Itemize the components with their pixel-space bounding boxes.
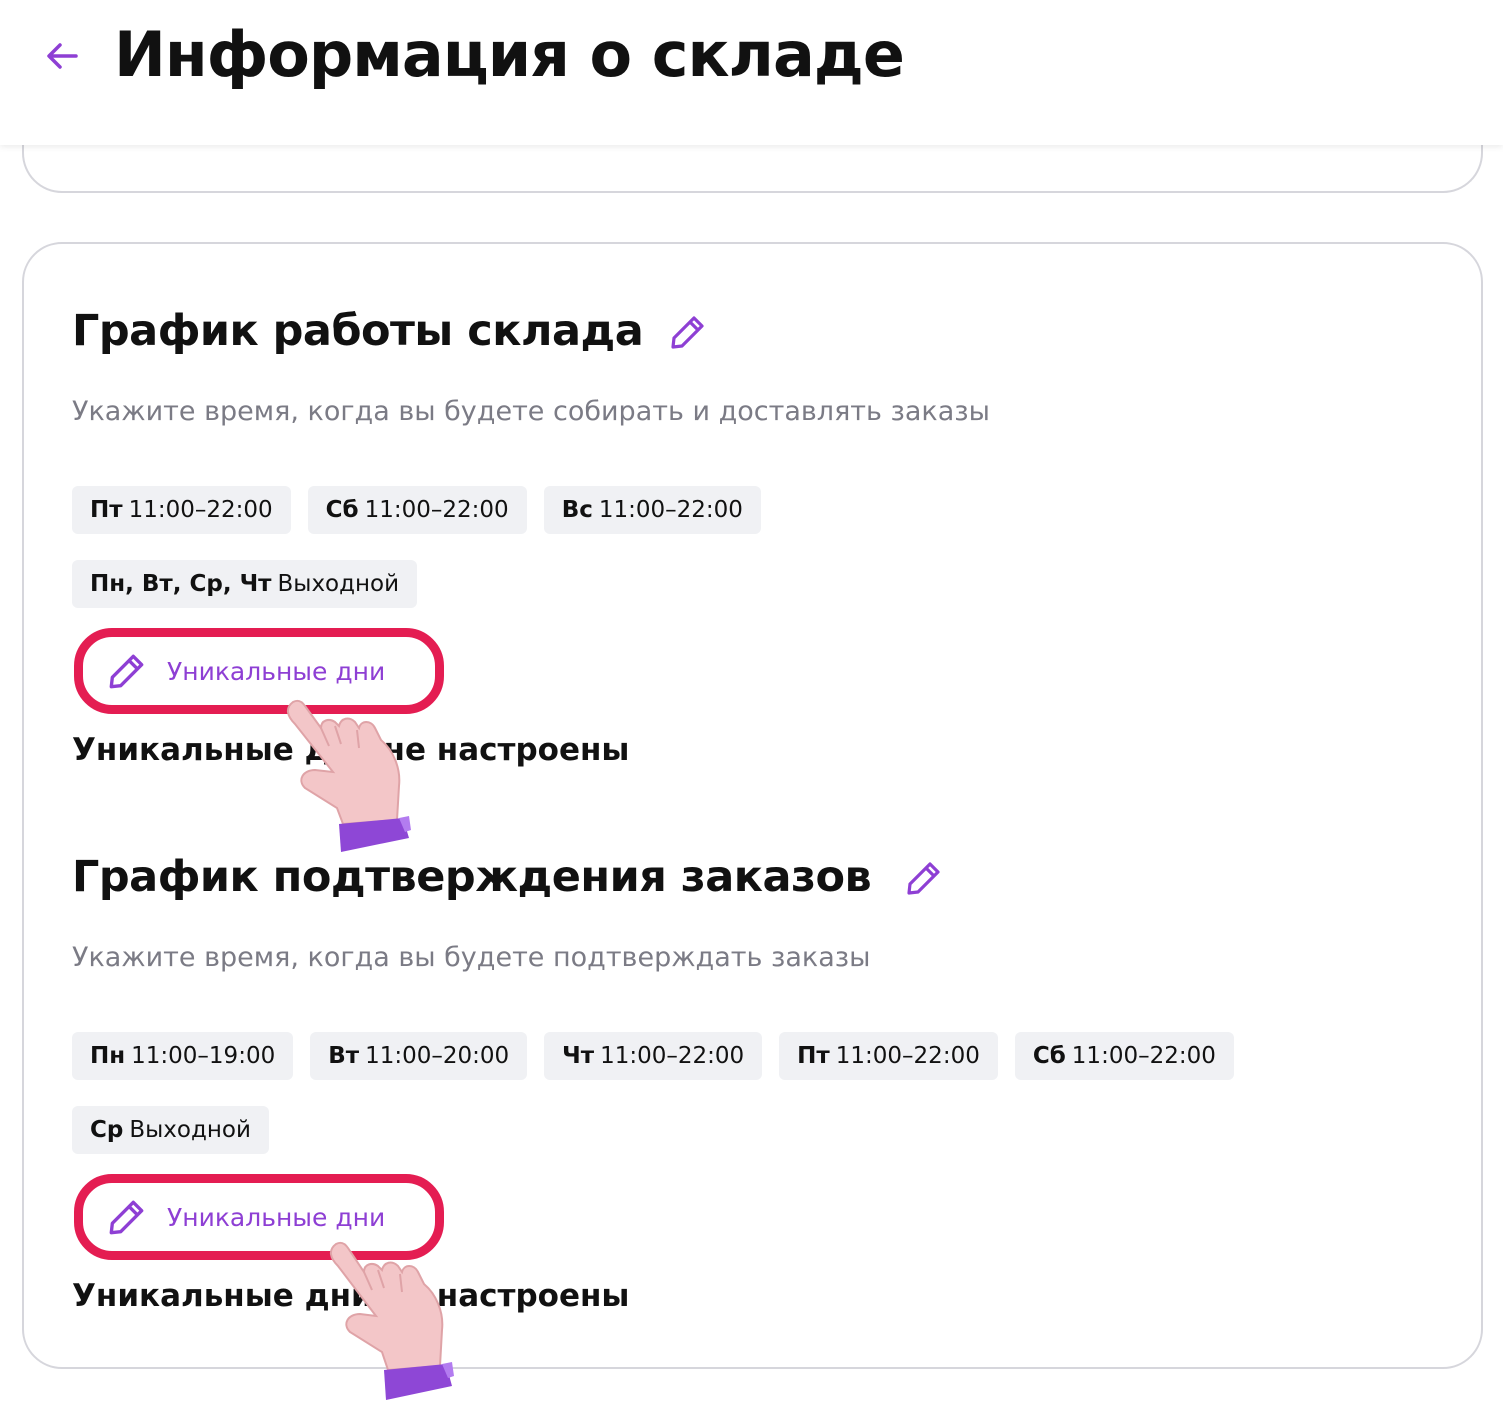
chip-time: Выходной bbox=[129, 1117, 251, 1143]
chip-day: Пн bbox=[90, 1043, 126, 1069]
schedule-chip: Сб 11:00–22:00 bbox=[1014, 1032, 1234, 1080]
schedule-chip: Сб 11:00–22:00 bbox=[307, 486, 527, 534]
unique-days-label: Уникальные дни bbox=[167, 656, 386, 686]
chip-day: Ср bbox=[90, 1117, 124, 1143]
schedule-chip: Чт 11:00–22:00 bbox=[544, 1032, 763, 1080]
work-schedule-title: График работы склада bbox=[72, 306, 644, 356]
chip-time: 11:00–22:00 bbox=[598, 497, 743, 523]
arrow-left-icon bbox=[47, 43, 78, 69]
pencil-icon bbox=[109, 654, 144, 689]
chip-time: Выходной bbox=[277, 571, 400, 597]
chip-day: Пн, Вт, Ср, Чт bbox=[90, 571, 272, 597]
schedule-chip: Пт 11:00–22:00 bbox=[72, 486, 291, 534]
chip-time: 11:00–19:00 bbox=[131, 1043, 276, 1069]
confirm-schedule-subtitle: Укажите время, когда вы будете подтвержд… bbox=[72, 942, 871, 973]
chip-time: 11:00–22:00 bbox=[128, 497, 273, 523]
hand-pointer-icon bbox=[330, 1241, 454, 1400]
schedule-chip: Пн, Вт, Ср, Чт Выходной bbox=[72, 560, 418, 608]
edit-work-schedule-button[interactable] bbox=[666, 310, 710, 354]
schedule-card: График работы склада Укажите время, когд… bbox=[22, 242, 1483, 1369]
edit-confirm-schedule-button[interactable] bbox=[902, 856, 946, 900]
chip-time: 11:00–22:00 bbox=[1071, 1043, 1216, 1069]
confirm-schedule-chips: Пн 11:00–19:00 Вт 11:00–20:00 Чт 11:00–22:00 П… bbox=[72, 1032, 1234, 1080]
work-schedule-chips: Пт 11:00–22:00 Сб 11:00–22:00 Вс 11:00–22:00 bbox=[72, 486, 761, 534]
chip-day: Сб bbox=[325, 497, 359, 523]
chip-day: Сб bbox=[1032, 1043, 1066, 1069]
hand-pointer-icon bbox=[287, 699, 411, 852]
chip-time: 11:00–22:00 bbox=[835, 1043, 980, 1069]
confirm-schedule-dayoff-chips: Ср Выходной bbox=[72, 1106, 269, 1154]
chip-time: 11:00–22:00 bbox=[364, 497, 509, 523]
chip-day: Пт bbox=[797, 1043, 830, 1069]
chip-time: 11:00–22:00 bbox=[600, 1043, 745, 1069]
unique-days-label: Уникальные дни bbox=[167, 1202, 386, 1232]
schedule-chip: Вс 11:00–22:00 bbox=[543, 486, 761, 534]
chip-day: Вс bbox=[561, 497, 593, 523]
confirm-schedule-title: График подтверждения заказов bbox=[72, 852, 872, 902]
schedule-chip: Пн 11:00–19:00 bbox=[72, 1032, 294, 1080]
pencil-icon bbox=[671, 316, 704, 349]
work-schedule-dayoff-chips: Пн, Вт, Ср, Чт Выходной bbox=[72, 560, 418, 608]
back-button[interactable] bbox=[40, 34, 84, 78]
schedule-chip: Пт 11:00–22:00 bbox=[779, 1032, 998, 1080]
page-header: Информация о складе bbox=[0, 0, 1503, 145]
schedule-chip: Вт 11:00–20:00 bbox=[310, 1032, 528, 1080]
schedule-chip: Ср Выходной bbox=[72, 1106, 269, 1154]
chip-day: Вт bbox=[328, 1043, 360, 1069]
page-title: Информация о складе bbox=[114, 18, 905, 91]
chip-day: Пт bbox=[90, 497, 123, 523]
chip-time: 11:00–20:00 bbox=[365, 1043, 510, 1069]
pencil-icon bbox=[907, 862, 940, 895]
page: Информация о складе График работы склада… bbox=[0, 0, 1503, 1412]
chip-day: Чт bbox=[562, 1043, 595, 1069]
pencil-icon bbox=[109, 1200, 144, 1235]
work-schedule-subtitle: Укажите время, когда вы будете собирать … bbox=[72, 396, 990, 427]
